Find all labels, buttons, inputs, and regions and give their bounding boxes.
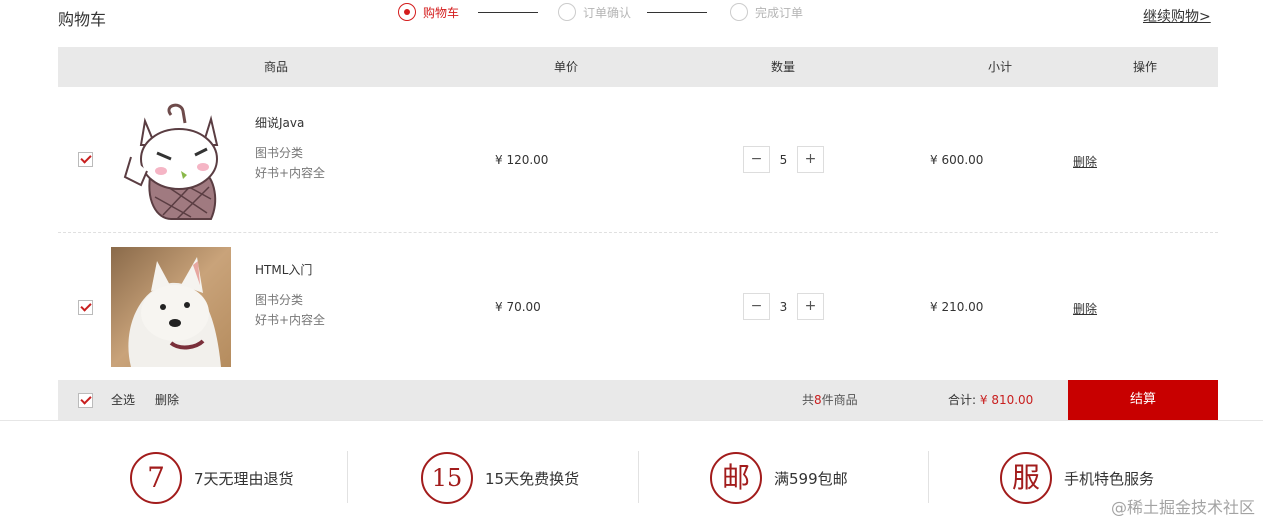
fifteen-day-exchange-icon: 15 — [421, 452, 473, 504]
step-complete-label: 完成订单 — [755, 5, 804, 20]
delete-selected-link[interactable]: 删除 — [155, 380, 179, 420]
service-return: 7 7天无理由退货 — [130, 451, 294, 505]
item-subtotal: ¥ 600.00 — [930, 153, 984, 167]
service-divider — [347, 451, 348, 503]
continue-shopping-link[interactable]: 继续购物> — [1143, 6, 1211, 26]
checkout-button[interactable]: 结算 — [1068, 380, 1218, 420]
mobile-service-icon: 服 — [1000, 452, 1052, 504]
product-tag: 好书+内容全 — [255, 166, 326, 180]
item-count: 共8件商品 — [802, 380, 858, 420]
product-category: 图书分类 — [255, 146, 304, 160]
col-product: 商品 — [263, 60, 288, 74]
step-complete: 完成订单 — [730, 2, 803, 22]
total-value: ¥ 810.00 — [979, 393, 1034, 407]
increase-quantity-button[interactable]: + — [797, 293, 824, 320]
table-row: 细说Java 图书分类 好书+内容全 ¥ 120.00 − 5 + ¥ 600.… — [58, 87, 1218, 233]
quantity-stepper: − 5 + — [743, 146, 824, 173]
cart-table-header: 商品 单价 数量 小计 操作 — [58, 47, 1218, 87]
unit-price: ¥ 120.00 — [495, 153, 549, 167]
service-divider — [928, 451, 929, 503]
watermark: @稀土掘金技术社区 — [1110, 498, 1255, 517]
increase-quantity-button[interactable]: + — [797, 146, 824, 173]
quantity-stepper: − 3 + — [743, 293, 824, 320]
col-quantity: 数量 — [770, 60, 795, 74]
cart-summary-bar: 全选 删除 共8件商品 合计: ¥ 810.00 结算 — [58, 380, 1218, 420]
decrease-quantity-button[interactable]: − — [743, 146, 770, 173]
service-divider — [638, 451, 639, 503]
item-count-value: 8 — [814, 393, 822, 407]
white-dog-photo — [111, 247, 231, 367]
delete-item-link[interactable]: 删除 — [1073, 300, 1097, 317]
seven-day-return-icon: 7 — [130, 452, 182, 504]
quantity-value[interactable]: 3 — [770, 300, 797, 314]
product-name[interactable]: 细说Java — [255, 114, 304, 131]
service-guarantees: 7 7天无理由退货 15 15天免费换货 邮 满599包邮 服 手机特色服务 @… — [0, 421, 1263, 522]
step-order-confirm: 订单确认 — [558, 2, 631, 22]
product-category: 图书分类 — [255, 293, 304, 307]
page-title: 购物车 — [58, 10, 107, 29]
quantity-value[interactable]: 5 — [770, 153, 797, 167]
table-row: HTML入门 图书分类 好书+内容全 ¥ 70.00 − 3 + ¥ 210.0… — [58, 234, 1218, 380]
product-name[interactable]: HTML入门 — [255, 261, 312, 278]
delete-item-link[interactable]: 删除 — [1073, 153, 1097, 170]
total: 合计: ¥ 810.00 — [948, 380, 1033, 420]
service-shipping: 邮 满599包邮 — [710, 451, 848, 505]
service-text: 15天免费换货 — [485, 469, 580, 488]
product-tag: 好书+内容全 — [255, 313, 326, 327]
select-all-label[interactable]: 全选 — [111, 380, 135, 420]
free-shipping-icon: 邮 — [710, 452, 762, 504]
decrease-quantity-button[interactable]: − — [743, 293, 770, 320]
select-all-checkbox[interactable] — [78, 393, 93, 408]
total-label: 合计: — [948, 393, 977, 407]
service-exchange: 15 15天免费换货 — [421, 451, 579, 505]
step-radio-icon — [730, 3, 748, 21]
step-cart: 购物车 — [398, 2, 459, 22]
item-checkbox[interactable] — [78, 152, 93, 167]
unit-price: ¥ 70.00 — [495, 300, 541, 314]
step-order-confirm-label: 订单确认 — [583, 5, 632, 20]
top-bar: 购物车 购物车 订单确认 完成订单 继续购物> — [0, 0, 1263, 46]
col-unit-price: 单价 — [553, 60, 578, 74]
item-subtotal: ¥ 210.00 — [930, 300, 984, 314]
step-active-radio-icon — [398, 3, 416, 21]
cartoon-cat-image — [111, 101, 231, 221]
col-subtotal: 小计 — [987, 60, 1012, 74]
item-count-prefix: 共 — [802, 393, 815, 407]
step-radio-icon — [558, 3, 576, 21]
service-text: 手机特色服务 — [1064, 469, 1155, 488]
step-connector — [647, 12, 707, 13]
step-cart-label: 购物车 — [423, 5, 460, 20]
service-text: 满599包邮 — [774, 469, 848, 488]
step-connector — [478, 12, 538, 13]
col-action: 操作 — [1132, 60, 1157, 74]
service-text: 7天无理由退货 — [194, 469, 294, 488]
item-checkbox[interactable] — [78, 300, 93, 315]
item-count-suffix: 件商品 — [821, 393, 858, 407]
